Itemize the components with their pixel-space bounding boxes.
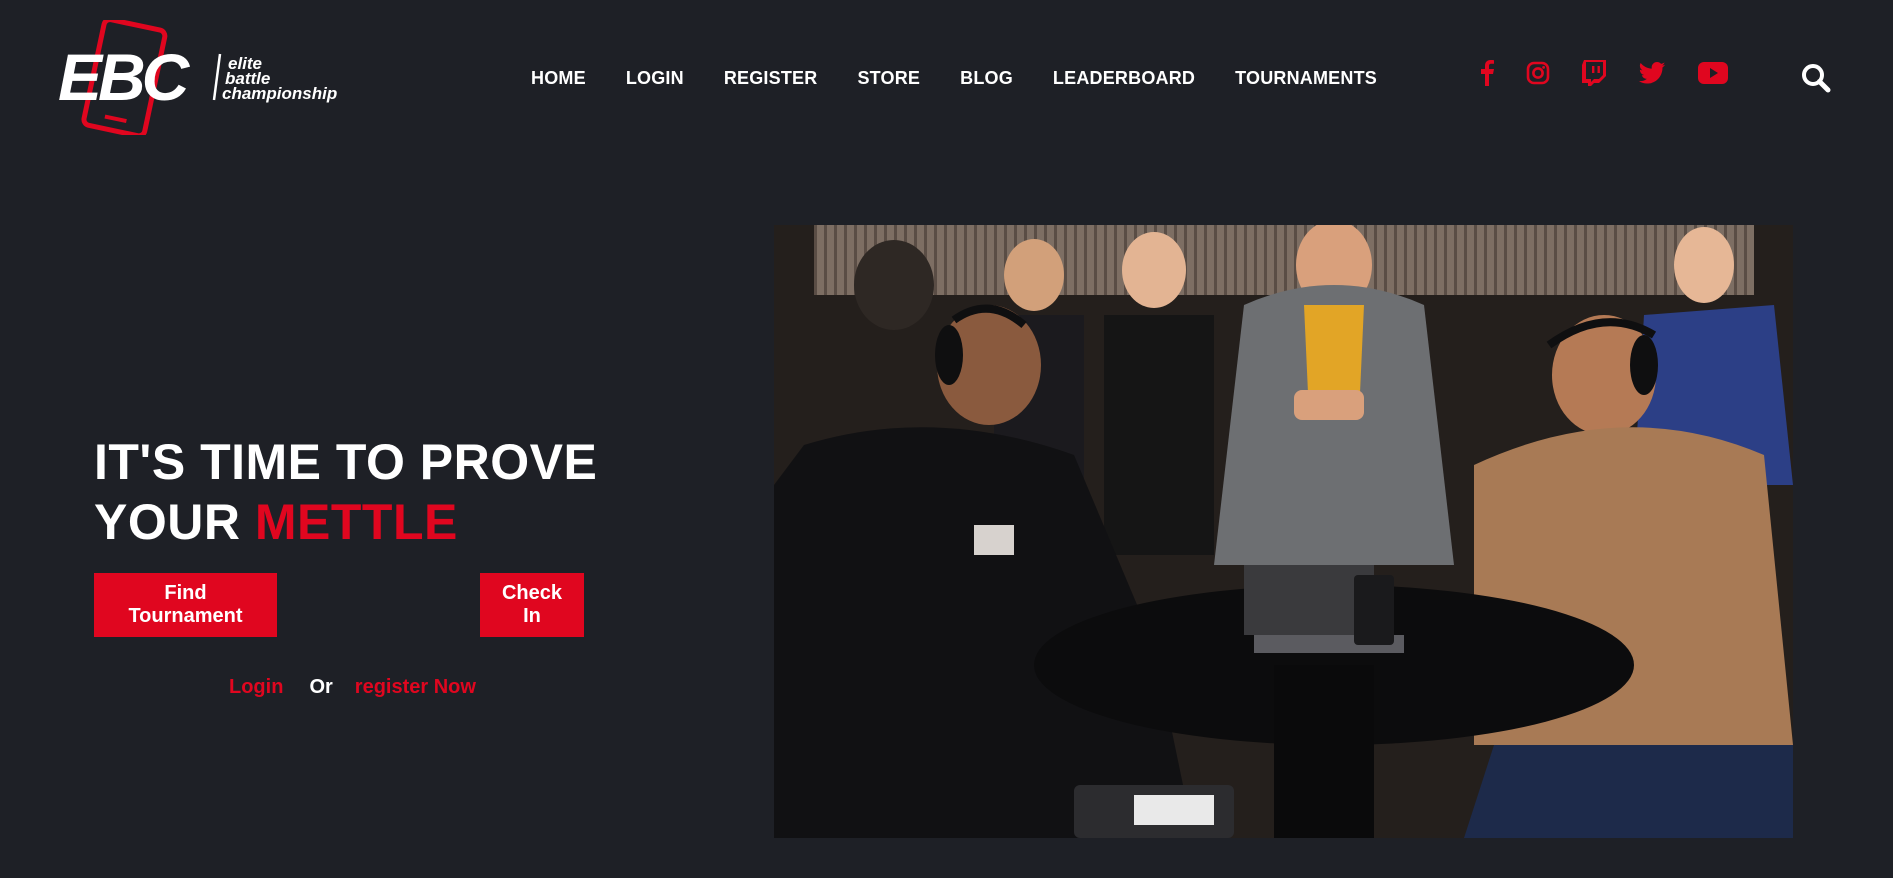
youtube-icon[interactable] bbox=[1698, 62, 1728, 84]
twitter-icon[interactable] bbox=[1638, 62, 1666, 84]
register-link[interactable]: register Now bbox=[355, 676, 476, 699]
nav-home[interactable]: HOME bbox=[531, 68, 586, 89]
headline-accent: METTLE bbox=[254, 494, 458, 550]
ebc-logo[interactable]: EBC elite battle championship bbox=[56, 20, 386, 135]
instagram-icon[interactable] bbox=[1526, 61, 1550, 85]
nav-store[interactable]: STORE bbox=[857, 68, 920, 89]
check-in-button[interactable]: Check In bbox=[480, 573, 584, 637]
twitch-icon[interactable] bbox=[1582, 60, 1606, 86]
nav-register[interactable]: REGISTER bbox=[724, 68, 818, 89]
find-tournament-button[interactable]: Find Tournament bbox=[94, 573, 277, 637]
svg-text:EBC: EBC bbox=[58, 40, 191, 114]
auth-links: Login Or register Now bbox=[229, 676, 476, 699]
page: EBC elite battle championship HOME LOGIN… bbox=[0, 0, 1893, 878]
social-links bbox=[1480, 60, 1760, 86]
hero-photo bbox=[774, 225, 1793, 838]
hero-headline: IT'S TIME TO PROVE YOUR METTLE bbox=[94, 432, 597, 552]
headline-line2-prefix: YOUR bbox=[94, 494, 241, 550]
search-icon[interactable] bbox=[1800, 62, 1832, 99]
nav-leaderboard[interactable]: LEADERBOARD bbox=[1053, 68, 1195, 89]
nav-login[interactable]: LOGIN bbox=[626, 68, 684, 89]
facebook-icon[interactable] bbox=[1480, 60, 1494, 86]
or-text: Or bbox=[309, 676, 333, 698]
login-link[interactable]: Login bbox=[229, 676, 283, 699]
svg-text:championship: championship bbox=[222, 84, 337, 103]
headline-line1: IT'S TIME TO PROVE bbox=[94, 434, 598, 490]
nav-tournaments[interactable]: TOURNAMENTS bbox=[1235, 68, 1377, 89]
nav-blog[interactable]: BLOG bbox=[960, 68, 1013, 89]
main-nav: HOME LOGIN REGISTER STORE BLOG LEADERBOA… bbox=[531, 68, 1377, 89]
